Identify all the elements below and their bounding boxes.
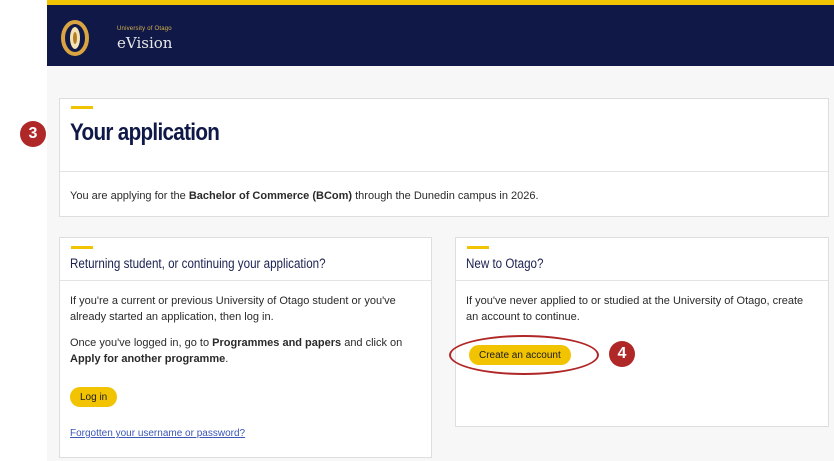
product-name: eVision: [117, 34, 173, 52]
returning-intro: If you're a current or previous Universi…: [70, 295, 396, 323]
programme-name: Bachelor of Commerce (BCom): [188, 190, 353, 202]
site-header: University of Otago eVision: [47, 0, 834, 66]
divider: [60, 280, 431, 281]
page-title: Your application: [70, 119, 220, 146]
step-3-badge: 3: [20, 121, 46, 147]
new-user-card-title: New to Otago?: [466, 256, 544, 271]
university-name: University of Otago: [117, 26, 172, 32]
applying-text: You are applying for the Bachelor of Com…: [70, 190, 539, 202]
divider: [60, 171, 828, 172]
forgot-credentials-link[interactable]: Forgotten your username or password?: [70, 428, 245, 439]
step-4-badge: 4: [609, 341, 635, 367]
title-accent: [71, 246, 93, 249]
new-user-card: New to Otago? If you've never applied to…: [455, 237, 829, 427]
returning-instruction: Once you've logged in, go to Programmes …: [70, 337, 403, 365]
title-accent: [467, 246, 489, 249]
returning-student-card: Returning student, or continuing your ap…: [59, 237, 432, 458]
otago-crest-icon[interactable]: [60, 19, 90, 57]
application-summary-card: Your application You are applying for th…: [59, 98, 829, 217]
create-account-button[interactable]: Create an account: [469, 345, 571, 365]
new-user-intro: If you've never applied to or studied at…: [466, 295, 804, 323]
log-in-button[interactable]: Log in: [70, 387, 118, 407]
returning-card-title: Returning student, or continuing your ap…: [70, 256, 326, 271]
title-accent: [71, 106, 93, 109]
divider: [456, 280, 828, 281]
